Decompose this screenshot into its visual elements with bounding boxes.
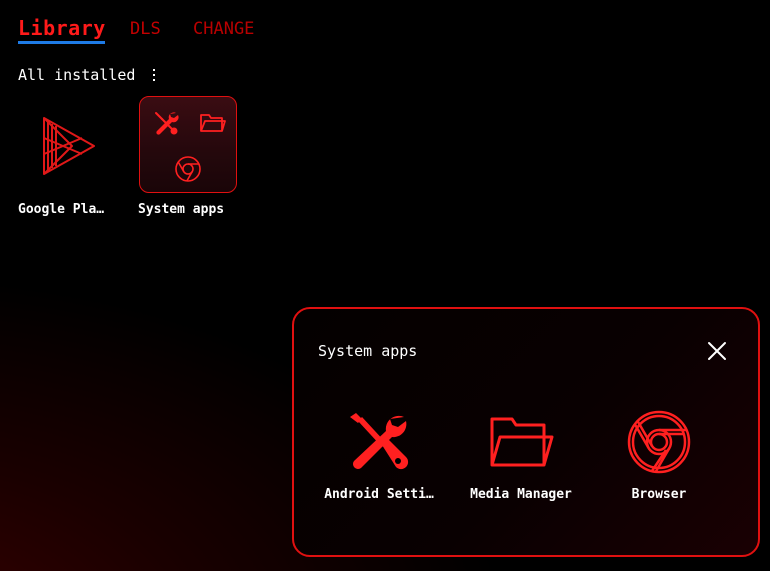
active-tab-indicator	[18, 41, 105, 44]
folder-popup: System apps Android Setti… Media Manager…	[292, 307, 760, 557]
tab-dls-label: DLS	[130, 19, 161, 39]
chrome-icon	[627, 410, 691, 474]
tab-dls[interactable]: DLS	[130, 19, 161, 39]
app-label-google-play: Google Pla…	[18, 202, 105, 217]
tab-library[interactable]: Library	[18, 16, 106, 44]
popup-app-label-android-settings: Android Setti…	[324, 487, 434, 502]
popup-app-label-browser: Browser	[631, 487, 687, 502]
close-icon[interactable]	[706, 340, 728, 362]
google-play-icon	[43, 117, 95, 175]
popup-title: System apps	[318, 342, 418, 360]
popup-app-label-media-manager: Media Manager	[470, 487, 572, 502]
tab-change-label: CHANGE	[193, 19, 255, 39]
tab-library-label: Library	[18, 16, 106, 40]
tools-icon	[155, 112, 179, 135]
tab-change[interactable]: CHANGE	[193, 19, 254, 39]
app-tile-google-play[interactable]: Google Pla…	[18, 96, 118, 221]
section-label: All installed	[18, 66, 136, 84]
popup-app-android-settings[interactable]: Android Setti…	[313, 409, 445, 509]
folder-icon	[200, 114, 226, 132]
popup-app-browser[interactable]: Browser	[593, 409, 725, 509]
app-tile-system-apps[interactable]: System apps	[138, 96, 240, 221]
app-label-system-apps: System apps	[138, 202, 225, 217]
popup-app-media-manager[interactable]: Media Manager	[455, 409, 587, 509]
folder-icon	[490, 417, 554, 467]
more-vertical-icon[interactable]	[151, 67, 157, 83]
tools-icon	[350, 413, 409, 470]
folder-thumbnail	[139, 96, 237, 193]
chrome-icon	[175, 156, 201, 182]
